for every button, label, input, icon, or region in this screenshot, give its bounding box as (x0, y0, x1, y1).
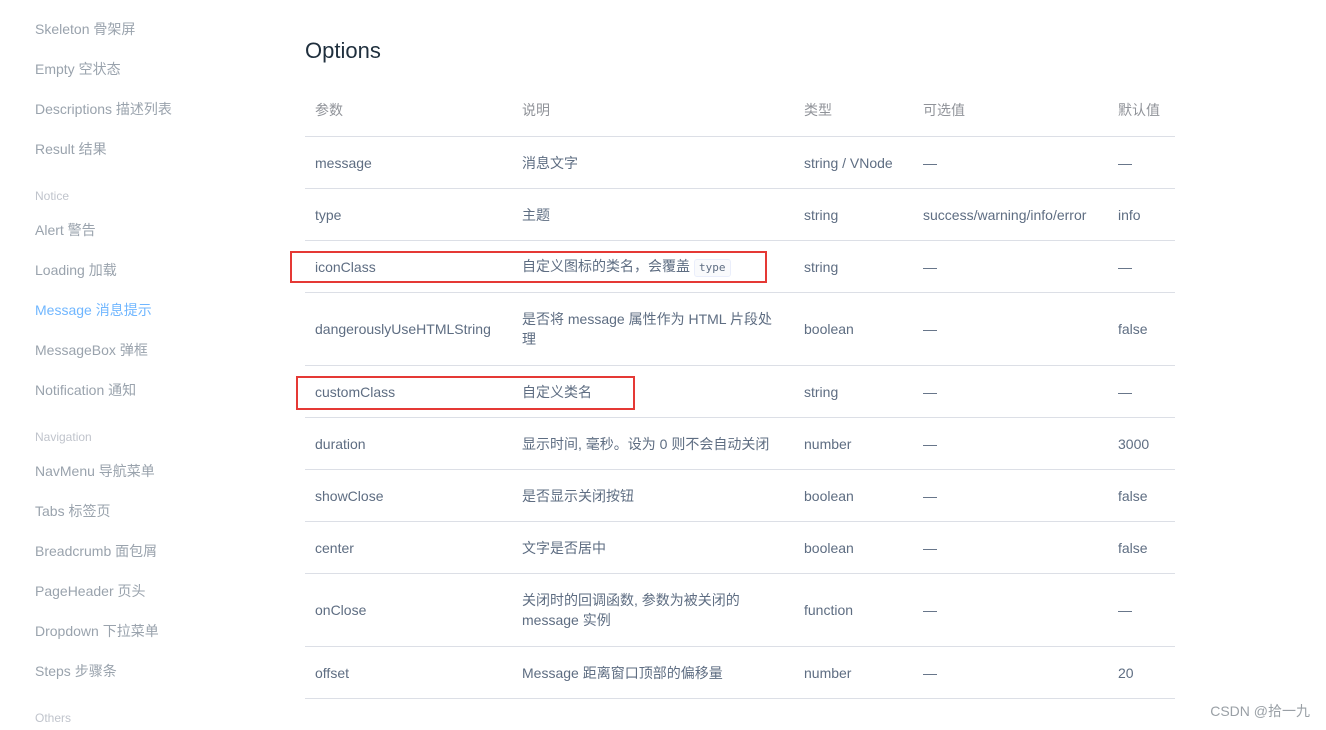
sidebar-item-pageheader[interactable]: PageHeader 页头 (35, 581, 146, 601)
cell-options: — (913, 469, 1108, 522)
cell-desc: Message 距离窗口顶部的偏移量 (512, 646, 794, 699)
cell-default: 20 (1108, 646, 1175, 699)
cell-desc: 显示时间, 毫秒。设为 0 则不会自动关闭 (512, 417, 794, 470)
table-row: type 主题 string success/warning/info/erro… (305, 188, 1175, 241)
table-row: customClass 自定义类名 string — — (305, 365, 1175, 418)
inline-code: type (694, 258, 731, 277)
header-desc: 说明 (512, 84, 794, 137)
cell-type: number (794, 646, 913, 699)
cell-default: — (1108, 240, 1175, 293)
cell-options: — (913, 136, 1108, 189)
cell-desc: 自定义类名 (512, 365, 794, 418)
sidebar-item-notification[interactable]: Notification 通知 (35, 380, 136, 400)
cell-param: iconClass (305, 240, 512, 293)
cell-options: — (913, 417, 1108, 470)
cell-param: center (305, 521, 512, 574)
sidebar-group-notice: Notice (35, 189, 70, 203)
cell-options: — (913, 646, 1108, 699)
cell-type: function (794, 573, 913, 647)
header-options: 可选值 (913, 84, 1108, 137)
cell-desc: 是否将 message 属性作为 HTML 片段处理 (512, 292, 794, 366)
sidebar-item-descriptions[interactable]: Descriptions 描述列表 (35, 99, 172, 119)
sidebar-item-message[interactable]: Message 消息提示 (35, 300, 152, 320)
sidebar-item-tabs[interactable]: Tabs 标签页 (35, 501, 110, 521)
cell-param: onClose (305, 573, 512, 647)
cell-param: message (305, 136, 512, 189)
table-row: showClose 是否显示关闭按钮 boolean — false (305, 469, 1175, 522)
header-default: 默认值 (1108, 84, 1175, 137)
table-row: center 文字是否居中 boolean — false (305, 521, 1175, 574)
cell-default: false (1108, 292, 1175, 366)
cell-default: — (1108, 136, 1175, 189)
sidebar-item-dropdown[interactable]: Dropdown 下拉菜单 (35, 621, 159, 641)
sidebar-item-skeleton[interactable]: Skeleton 骨架屏 (35, 19, 135, 39)
cell-param: showClose (305, 469, 512, 522)
sidebar-item-alert[interactable]: Alert 警告 (35, 220, 96, 240)
cell-desc: 是否显示关闭按钮 (512, 469, 794, 522)
table-row: dangerouslyUseHTMLString 是否将 message 属性作… (305, 292, 1175, 366)
cell-options: success/warning/info/error (913, 188, 1108, 241)
cell-options: — (913, 573, 1108, 647)
cell-options: — (913, 292, 1108, 366)
page: Skeleton 骨架屏 Empty 空状态 Descriptions 描述列表… (0, 0, 1326, 730)
cell-type: string (794, 188, 913, 241)
cell-desc: 关闭时的回调函数, 参数为被关闭的 message 实例 (512, 573, 794, 647)
sidebar-group-others: Others (35, 711, 72, 725)
cell-param: dangerouslyUseHTMLString (305, 292, 512, 366)
sidebar-item-steps[interactable]: Steps 步骤条 (35, 661, 117, 681)
page-title: Options (305, 38, 381, 63)
table-header-row: 参数 说明 类型 可选值 默认值 (305, 84, 1175, 137)
cell-desc: 自定义图标的类名，会覆盖 type (512, 240, 794, 293)
cell-type: string (794, 240, 913, 293)
watermark: CSDN @拾一九 (1210, 703, 1310, 719)
cell-default: false (1108, 469, 1175, 522)
table-row: iconClass 自定义图标的类名，会覆盖 type string — — (305, 240, 1175, 293)
cell-param: offset (305, 646, 512, 699)
cell-options: — (913, 521, 1108, 574)
sidebar-item-empty[interactable]: Empty 空状态 (35, 59, 121, 79)
cell-type: boolean (794, 292, 913, 366)
sidebar-group-navigation: Navigation (35, 430, 92, 444)
cell-options: — (913, 365, 1108, 418)
cell-desc-text: 自定义图标的类名，会覆盖 (522, 258, 690, 275)
table-row: duration 显示时间, 毫秒。设为 0 则不会自动关闭 number — … (305, 417, 1175, 470)
cell-desc: 主题 (512, 188, 794, 241)
cell-type: boolean (794, 521, 913, 574)
table-row: onClose 关闭时的回调函数, 参数为被关闭的 message 实例 fun… (305, 573, 1175, 647)
sidebar-item-messagebox[interactable]: MessageBox 弹框 (35, 340, 148, 360)
sidebar-item-breadcrumb[interactable]: Breadcrumb 面包屑 (35, 541, 157, 561)
cell-default: false (1108, 521, 1175, 574)
cell-default: — (1108, 365, 1175, 418)
table-row: message 消息文字 string / VNode — — (305, 136, 1175, 189)
cell-param: duration (305, 417, 512, 470)
sidebar-item-loading[interactable]: Loading 加载 (35, 260, 117, 280)
cell-desc: 消息文字 (512, 136, 794, 189)
table-row: offset Message 距离窗口顶部的偏移量 number — 20 (305, 646, 1175, 699)
cell-desc: 文字是否居中 (512, 521, 794, 574)
cell-param: customClass (305, 365, 512, 418)
sidebar-item-result[interactable]: Result 结果 (35, 139, 107, 159)
cell-options: — (913, 240, 1108, 293)
cell-type: number (794, 417, 913, 470)
cell-type: string / VNode (794, 136, 913, 189)
cell-default: info (1108, 188, 1175, 241)
cell-param: type (305, 188, 512, 241)
options-table: 参数 说明 类型 可选值 默认值 message 消息文字 string / V… (305, 84, 1175, 699)
cell-default: — (1108, 573, 1175, 647)
sidebar: Skeleton 骨架屏 Empty 空状态 Descriptions 描述列表… (0, 0, 260, 730)
sidebar-item-navmenu[interactable]: NavMenu 导航菜单 (35, 461, 155, 481)
cell-type: boolean (794, 469, 913, 522)
header-type: 类型 (794, 84, 913, 137)
header-param: 参数 (305, 84, 512, 137)
cell-default: 3000 (1108, 417, 1175, 470)
cell-type: string (794, 365, 913, 418)
